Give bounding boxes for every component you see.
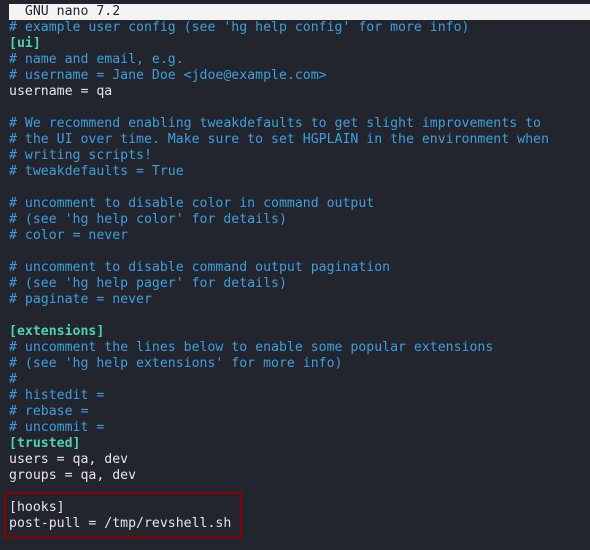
config-line: username = qa: [9, 84, 113, 99]
config-comment-line: # uncomment the lines below to enable so…: [9, 340, 494, 355]
config-comment-line: # (see 'hg help extensions' for more inf…: [9, 356, 343, 371]
config-comment-line: # (see 'hg help pager' for details): [9, 276, 287, 291]
config-section-header: [extensions]: [9, 324, 105, 339]
config-section-header: [trusted]: [9, 436, 81, 451]
config-comment-line: # paginate = never: [9, 292, 152, 307]
config-comment-line: # rebase =: [9, 404, 89, 419]
config-comment-line: # (see 'hg help color' for details): [9, 212, 287, 227]
config-comment-line: # uncommit =: [9, 420, 105, 435]
editor-buffer[interactable]: # example user config (see 'hg help conf…: [9, 20, 590, 532]
config-comment-line: # username = Jane Doe <jdoe@example.com>: [9, 68, 327, 83]
config-section-header: [ui]: [9, 36, 41, 51]
nano-editor[interactable]: GNU nano 7.2 # example user config (see …: [9, 4, 590, 532]
config-comment-line: # name and email, e.g.: [9, 52, 184, 67]
highlight-box-hooks: [4, 492, 242, 538]
config-line: [9, 180, 590, 196]
config-line: [9, 308, 590, 324]
config-comment-line: # writing scripts!: [9, 148, 152, 163]
config-line: [9, 100, 590, 116]
config-comment-line: # uncomment to disable color in command …: [9, 196, 375, 211]
config-line: [9, 244, 590, 260]
config-line: groups = qa, dev: [9, 468, 137, 483]
config-comment-line: # histedit =: [9, 388, 105, 403]
config-comment-line: # example user config (see 'hg help conf…: [9, 20, 470, 35]
config-comment-line: # uncomment to disable command output pa…: [9, 260, 391, 275]
config-comment-line: # We recommend enabling tweakdefaults to…: [9, 116, 541, 131]
nano-title-bar: GNU nano 7.2: [9, 4, 590, 20]
config-comment-line: #: [9, 372, 17, 387]
config-comment-line: # the UI over time. Make sure to set HGP…: [9, 132, 549, 147]
config-comment-line: # tweakdefaults = True: [9, 164, 184, 179]
config-comment-line: # color = never: [9, 228, 129, 243]
config-line: users = qa, dev: [9, 452, 129, 467]
